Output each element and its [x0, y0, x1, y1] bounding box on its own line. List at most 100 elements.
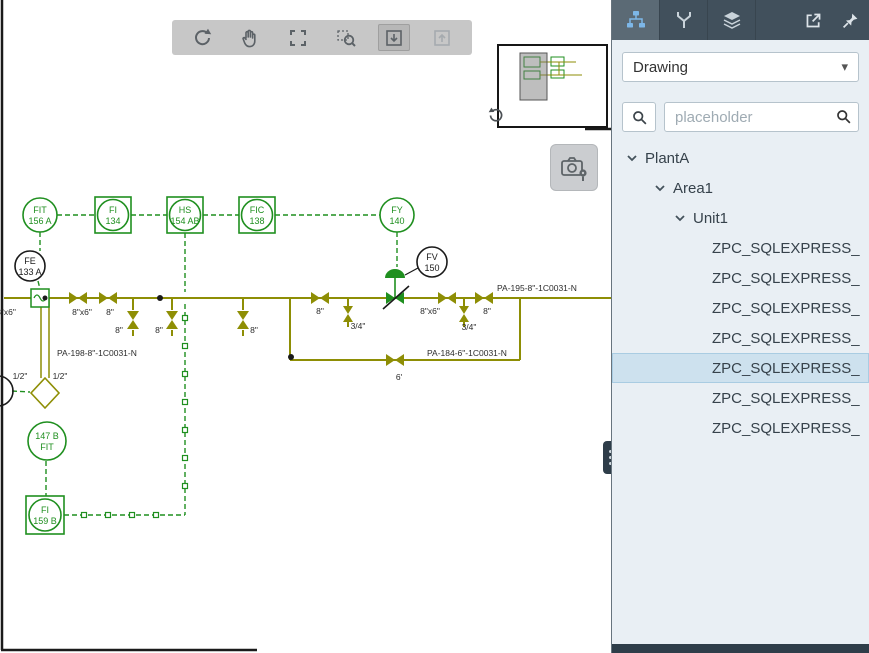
- tree-node-label: PlantA: [645, 150, 689, 167]
- size-label: 8": [483, 306, 491, 316]
- tree-item-label: ZPC_SQLEXPRESS_: [712, 300, 860, 317]
- tree-item[interactable]: ZPC_SQLEXPRESS_: [612, 323, 869, 353]
- instrument-fi-134[interactable]: FI 134: [95, 197, 131, 233]
- pipe-label: PA-195-8"-1C0031-N: [497, 283, 577, 293]
- chevron-down-icon[interactable]: [626, 152, 638, 164]
- control-valve-fv150[interactable]: [383, 268, 418, 309]
- tab-hierarchy[interactable]: [612, 0, 660, 40]
- tree-item[interactable]: ZPC_SQLEXPRESS_: [612, 293, 869, 323]
- pan-button[interactable]: [234, 24, 266, 51]
- tree-node-unit[interactable]: Unit1: [612, 203, 869, 233]
- size-label: 3/4": [351, 321, 366, 331]
- instrument-fv-150[interactable]: FV 150: [417, 247, 447, 277]
- search-row: [622, 102, 859, 132]
- hierarchy-tree: PlantA Area1 Unit1 ZPC_SQLEXPRESS_ ZPC_S…: [612, 143, 869, 644]
- instrument-fi-159b[interactable]: FI 159 B: [26, 496, 64, 534]
- pin-panel-button[interactable]: [832, 0, 869, 40]
- instrument-number: 150: [424, 263, 439, 273]
- chevron-down-icon[interactable]: [674, 212, 686, 224]
- relief-diamond[interactable]: [31, 378, 59, 408]
- instrument-number: 159 B: [33, 516, 57, 526]
- signal-lines[interactable]: [12, 215, 397, 515]
- instrument-number: 140: [389, 216, 404, 226]
- size-label: 8"x6": [420, 306, 440, 316]
- tree-node-plant[interactable]: PlantA: [612, 143, 869, 173]
- tree-item-label: ZPC_SQLEXPRESS_: [712, 420, 860, 437]
- size-label: 8"x6": [72, 307, 92, 317]
- panel-splitter-handle[interactable]: [603, 441, 611, 474]
- overview-minimap[interactable]: [497, 44, 608, 128]
- instrument-tag: FIT: [33, 205, 47, 215]
- search-icon: [631, 109, 648, 126]
- instrument-tag: HS: [179, 205, 192, 215]
- reset-rotation-button[interactable]: [486, 106, 507, 127]
- save-view-button[interactable]: [378, 24, 410, 51]
- instrument-fic-138[interactable]: FIC 138: [239, 197, 275, 233]
- size-label: 8": [250, 325, 258, 335]
- fit-view-button[interactable]: [282, 24, 314, 51]
- tree-item[interactable]: ZPC_SQLEXPRESS_: [612, 263, 869, 293]
- tree-item[interactable]: ZPC_SQLEXPRESS_: [612, 413, 869, 443]
- instrument-tag: FI: [41, 505, 49, 515]
- rotate-button[interactable]: [186, 24, 218, 51]
- size-label: 8": [316, 306, 324, 316]
- tree-item-label: ZPC_SQLEXPRESS_: [712, 390, 860, 407]
- instrument-tag: FV: [426, 252, 438, 262]
- reset-rotation-icon: [488, 107, 505, 124]
- mode-dropdown[interactable]: Drawing ▾: [622, 52, 859, 82]
- pipe-label: PA-198-8"-1C0031-N: [57, 348, 137, 358]
- instrument-number: 133 A: [18, 267, 41, 277]
- tree-item[interactable]: ZPC_SQLEXPRESS_: [612, 383, 869, 413]
- zoom-window-icon: [336, 28, 356, 48]
- fit-view-icon: [288, 28, 308, 48]
- right-sidebar: Drawing ▾ PlantA Area1: [611, 0, 869, 653]
- tree-node-area[interactable]: Area1: [612, 173, 869, 203]
- size-labels: 8"x6" 8"x6" 8" 8" 8" 8" 8" 3/4" 8"x6" 3/…: [0, 306, 491, 382]
- instrument-fit-147b[interactable]: 147 B FIT: [28, 422, 66, 460]
- instrument-tag: FY: [391, 205, 403, 215]
- instrument-tag: FI: [109, 205, 117, 215]
- tree-item-label: ZPC_SQLEXPRESS_: [712, 270, 860, 287]
- hierarchy-icon: [625, 9, 647, 31]
- instrument-tag: FIT: [40, 442, 54, 452]
- chevron-down-icon[interactable]: [654, 182, 666, 194]
- instrument-tag: FIC: [250, 205, 265, 215]
- search-icon: [835, 108, 852, 125]
- instrument-number: 134: [105, 216, 120, 226]
- tabbar-spacer: [756, 0, 795, 40]
- tree-item-selected[interactable]: ZPC_SQLEXPRESS_: [612, 353, 869, 383]
- instrument-hs-154ab[interactable]: HS 154 AB: [167, 197, 203, 233]
- process-lines[interactable]: [4, 298, 611, 378]
- instrument-fit-156a[interactable]: FIT 156 A: [23, 198, 57, 232]
- minimap-viewport[interactable]: [520, 53, 547, 100]
- tab-branch[interactable]: [660, 0, 708, 40]
- instrument-fe-133a[interactable]: FE 133 A: [15, 251, 45, 281]
- previous-view-button[interactable]: [426, 24, 458, 51]
- search-input[interactable]: [664, 102, 859, 132]
- link-beads: [82, 316, 188, 518]
- open-external-icon: [804, 11, 823, 30]
- snapshot-button[interactable]: [551, 145, 597, 190]
- tree-item-label: ZPC_SQLEXPRESS_: [712, 240, 860, 257]
- drawing-canvas[interactable]: FIT 156 A FI 134 HS 154 AB FIC 138: [0, 0, 611, 653]
- instrument-number: 154 AB: [170, 216, 199, 226]
- tab-layers[interactable]: [708, 0, 756, 40]
- zoom-window-button[interactable]: [330, 24, 362, 51]
- size-label: 8"x6": [0, 307, 16, 317]
- hand-icon: [240, 28, 260, 48]
- tree-item-label: ZPC_SQLEXPRESS_: [712, 330, 860, 347]
- size-label: 8": [115, 325, 123, 335]
- pin-icon: [841, 11, 860, 30]
- branch-icon: [673, 9, 695, 31]
- tree-item-label: ZPC_SQLEXPRESS_: [712, 360, 860, 377]
- advanced-search-button[interactable]: [622, 102, 656, 132]
- instrument-number: 138: [249, 216, 264, 226]
- tree-item[interactable]: ZPC_SQLEXPRESS_: [612, 233, 869, 263]
- size-label: 6': [396, 372, 403, 382]
- mode-dropdown-value: Drawing: [633, 59, 688, 76]
- previous-view-icon: [432, 28, 452, 48]
- size-label: 1/2": [53, 371, 68, 381]
- pipe-label: PA-184-6"-1C0031-N: [427, 348, 507, 358]
- open-external-button[interactable]: [795, 0, 832, 40]
- instrument-fy-140[interactable]: FY 140: [380, 198, 414, 232]
